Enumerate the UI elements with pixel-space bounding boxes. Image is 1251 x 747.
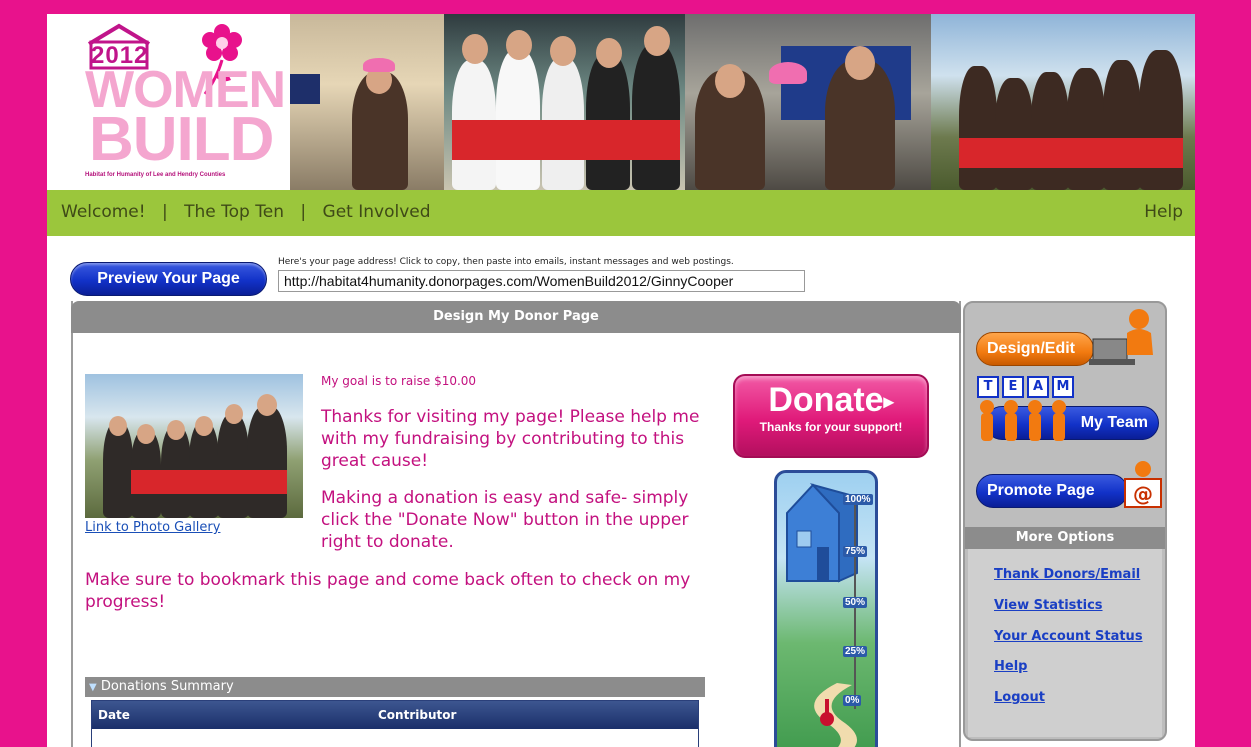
donate-subtext: Thanks for your support!	[759, 420, 903, 435]
view-statistics-link[interactable]: View Statistics	[994, 598, 1103, 613]
team-letter-m: M	[1052, 376, 1074, 398]
more-options-list: Thank Donors/Email View Statistics Your …	[968, 549, 1162, 737]
nav-separator: |	[161, 202, 168, 222]
page-address-hint: Here's your page address! Click to copy,…	[278, 257, 734, 267]
welcome-message: Thanks for visiting my page! Please help…	[321, 407, 700, 471]
women-build-logo: 2012 WOMEN BUILD Habitat for Humanity of…	[47, 14, 290, 190]
header-banner: 2012 WOMEN BUILD Habitat for Humanity of…	[47, 14, 1195, 190]
design-edit-label: Design/Edit	[987, 340, 1076, 357]
house-progress-icon	[786, 483, 858, 747]
donations-table: Date Contributor	[91, 700, 699, 747]
design-donor-page-panel: Design My Donor Page Link to Photo Galle…	[71, 301, 961, 747]
column-date: Date	[98, 708, 130, 722]
logo-tagline: Habitat for Humanity of Lee and Hendry C…	[85, 172, 226, 178]
thermometer-mark-50: 50%	[843, 597, 868, 608]
arrow-right-icon: ▸	[883, 391, 894, 414]
donation-instructions: Making a donation is easy and safe- simp…	[321, 488, 689, 552]
fundraising-goal: My goal is to raise $10.00	[321, 374, 477, 388]
donations-summary-title: Donations Summary	[100, 679, 234, 694]
person-at-computer-icon	[1089, 309, 1153, 365]
thermometer-mark-0: 0%	[843, 695, 862, 706]
nav-get-involved[interactable]: Get Involved	[323, 202, 431, 222]
banner-photo-3	[685, 14, 931, 190]
team-figures-icon	[980, 400, 1066, 441]
nav-help[interactable]: Help	[1144, 202, 1183, 222]
column-contributor: Contributor	[378, 708, 457, 722]
thermometer-mark-75: 75%	[843, 546, 868, 557]
side-help-link[interactable]: Help	[994, 659, 1027, 674]
nav-welcome[interactable]: Welcome!	[61, 202, 146, 222]
logout-link[interactable]: Logout	[994, 690, 1045, 705]
team-letter-a: A	[1027, 376, 1049, 398]
svg-text:@: @	[1133, 482, 1153, 506]
banner-photo-4	[931, 14, 1195, 190]
more-options-header: More Options	[965, 527, 1165, 549]
preview-your-page-button[interactable]: Preview Your Page	[70, 262, 267, 296]
gallery-photo[interactable]	[85, 374, 303, 518]
banner-photo-1	[290, 14, 444, 190]
banner-photo-2	[444, 14, 685, 190]
team-letter-e: E	[1002, 376, 1024, 398]
photo-gallery-link[interactable]: Link to Photo Gallery	[85, 520, 220, 535]
nav-top-ten[interactable]: The Top Ten	[184, 202, 284, 222]
promote-page-button[interactable]: Promote Page	[976, 474, 1128, 508]
page-address-field[interactable]: http://habitat4humanity.donorpages.com/W…	[278, 270, 805, 292]
top-navigation: Welcome! | The Top Ten | Get Involved He…	[47, 190, 1195, 236]
triangle-down-icon: ▼	[89, 682, 97, 693]
panel-title: Design My Donor Page	[71, 301, 961, 333]
page-container: 2012 WOMEN BUILD Habitat for Humanity of…	[47, 14, 1195, 747]
donations-summary: ▼ Donations Summary Date Contributor	[85, 677, 705, 747]
thank-donors-email-link[interactable]: Thank Donors/Email	[994, 567, 1140, 582]
donate-label: Donate	[768, 381, 884, 419]
my-team-label: My Team	[1080, 414, 1148, 431]
donations-table-header: Date Contributor	[92, 701, 698, 729]
donate-button[interactable]: Donate▸ Thanks for your support!	[733, 374, 929, 458]
thermometer-mark-25: 25%	[843, 646, 868, 657]
thermometer-mark-100: 100%	[843, 494, 873, 505]
logo-word-build: BUILD	[89, 105, 274, 174]
account-status-link[interactable]: Your Account Status	[994, 629, 1143, 644]
team-letter-t: T	[977, 376, 999, 398]
promote-page-label: Promote Page	[987, 482, 1095, 499]
progress-thermometer: 100% 75% 50% 25% 0%	[774, 470, 878, 747]
bookmark-message: Make sure to bookmark this page and come…	[85, 570, 691, 612]
nav-separator: |	[300, 202, 307, 222]
email-at-icon: @	[1124, 461, 1162, 508]
design-edit-button[interactable]: Design/Edit	[976, 332, 1094, 366]
team-letters: TEAM	[977, 375, 1074, 398]
donations-summary-header[interactable]: ▼ Donations Summary	[85, 677, 705, 697]
side-panel: Design/Edit TEAM My Team Promote Page @ …	[963, 301, 1167, 741]
